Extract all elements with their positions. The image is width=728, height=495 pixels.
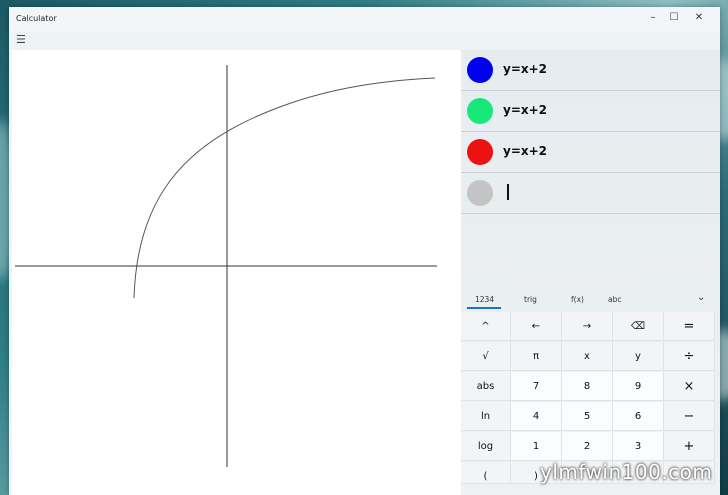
equation-color-swatch-2[interactable]: [467, 98, 493, 124]
title-bar: Calculator – ☐ ✕: [9, 7, 720, 31]
backspace-key[interactable]: ⌫: [613, 312, 664, 341]
digit-5-key[interactable]: 5: [562, 402, 613, 431]
y-key[interactable]: y: [613, 342, 664, 371]
calculator-window: Calculator – ☐ ✕ ☰ y=x+2 y=x+2 y=x+2 123…: [9, 7, 720, 495]
abs-key[interactable]: abs: [461, 372, 511, 401]
tab-trig[interactable]: trig: [524, 295, 537, 304]
pi-key[interactable]: π: [511, 342, 562, 371]
equation-row-3[interactable]: y=x+2: [461, 132, 720, 173]
digit-2-key[interactable]: 2: [562, 432, 613, 461]
power-key[interactable]: ^: [461, 312, 511, 341]
window-title: Calculator: [16, 14, 57, 23]
plus-key[interactable]: +: [664, 432, 715, 461]
active-tab-indicator: [467, 307, 501, 309]
ln-key[interactable]: ln: [461, 402, 511, 431]
graph-plot: [15, 65, 437, 467]
equation-row-2[interactable]: y=x+2: [461, 91, 720, 132]
tab-abc[interactable]: abc: [608, 295, 621, 304]
watermark: ylmfwin100.com: [540, 460, 713, 484]
equation-color-swatch-1[interactable]: [467, 57, 493, 83]
digit-6-key[interactable]: 6: [613, 402, 664, 431]
digit-8-key[interactable]: 8: [562, 372, 613, 401]
digit-1-key[interactable]: 1: [511, 432, 562, 461]
equals-key[interactable]: =: [664, 312, 715, 341]
equation-panel: y=x+2 y=x+2 y=x+2 1234 trig f(x) abc ⌄ ^…: [461, 50, 720, 495]
sqrt-key[interactable]: √: [461, 342, 511, 371]
multiply-key[interactable]: ×: [664, 372, 715, 401]
maximize-button[interactable]: ☐: [661, 7, 687, 29]
equation-input-row[interactable]: [461, 173, 720, 214]
equation-row-1[interactable]: y=x+2: [461, 50, 720, 91]
right-arrow-key[interactable]: →: [562, 312, 613, 341]
equation-text-2: y=x+2: [503, 103, 548, 117]
equation-color-swatch-4[interactable]: [467, 180, 493, 206]
digit-7-key[interactable]: 7: [511, 372, 562, 401]
close-button[interactable]: ✕: [686, 7, 712, 29]
minus-key[interactable]: −: [664, 402, 715, 431]
open-paren-key[interactable]: (: [461, 462, 511, 484]
equation-color-swatch-3[interactable]: [467, 139, 493, 165]
digit-9-key[interactable]: 9: [613, 372, 664, 401]
text-cursor: [507, 184, 509, 200]
function-curve: [133, 77, 436, 299]
divide-key[interactable]: ÷: [664, 342, 715, 371]
tab-fx[interactable]: f(x): [571, 295, 584, 304]
keypad-tabs: 1234 trig f(x) abc ⌄: [461, 289, 720, 309]
digit-4-key[interactable]: 4: [511, 402, 562, 431]
chevron-down-icon[interactable]: ⌄: [697, 292, 705, 303]
digit-3-key[interactable]: 3: [613, 432, 664, 461]
hamburger-icon[interactable]: ☰: [16, 34, 28, 46]
tab-1234[interactable]: 1234: [475, 295, 494, 304]
x-key[interactable]: x: [562, 342, 613, 371]
equation-text-1: y=x+2: [503, 62, 548, 76]
graph-canvas[interactable]: [12, 50, 461, 495]
log-key[interactable]: log: [461, 432, 511, 461]
left-arrow-key[interactable]: ←: [511, 312, 562, 341]
equation-text-3: y=x+2: [503, 144, 548, 158]
